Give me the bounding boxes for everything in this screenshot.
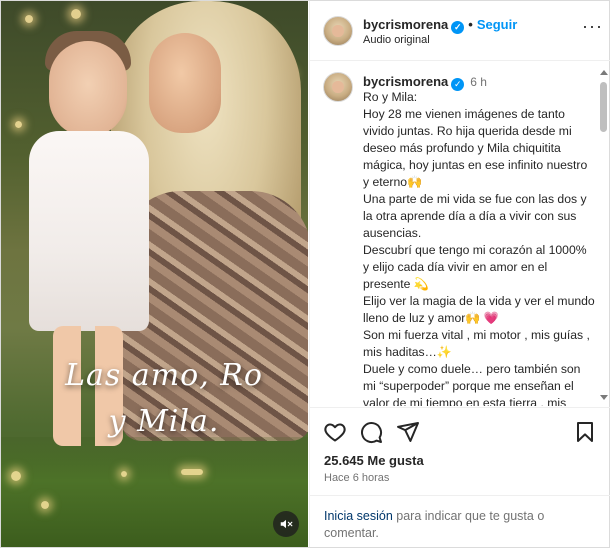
avatar[interactable] bbox=[323, 16, 353, 46]
child-face bbox=[49, 41, 127, 137]
likes-count[interactable]: 25.645 Me gusta bbox=[324, 453, 424, 468]
caption-line: Descubrí que tengo mi corazón al 1000% y… bbox=[363, 243, 587, 291]
caption-line: Hoy 28 me vienen imágenes de tanto vivid… bbox=[363, 107, 588, 189]
caption-line: Elijo ver la magia de la vida y ver el m… bbox=[363, 294, 595, 325]
post-actions: 25.645 Me gusta Hace 6 horas bbox=[310, 407, 610, 495]
separator-dot: • bbox=[468, 17, 473, 32]
post-header: bycrismorena ✓ • Seguir Audio original ··· bbox=[310, 1, 610, 61]
heart-icon[interactable] bbox=[323, 420, 347, 444]
caption-time[interactable]: 6 h bbox=[470, 75, 487, 89]
post-time-ago[interactable]: Hace 6 horas bbox=[324, 472, 389, 484]
verified-badge-icon: ✓ bbox=[451, 21, 465, 34]
login-prompt: Inicia sesión para indicar que te gusta … bbox=[310, 495, 610, 547]
avatar[interactable] bbox=[323, 72, 353, 102]
more-options-icon[interactable]: ··· bbox=[582, 17, 603, 35]
caption-line: Ro y Mila: bbox=[363, 90, 418, 104]
overlay-line-1: Las amo, Ro bbox=[65, 358, 263, 393]
post-side-panel: bycrismorena ✓ • Seguir Audio original ··· … bbox=[309, 1, 610, 547]
scrollbar-thumb[interactable] bbox=[600, 82, 607, 132]
login-link[interactable]: Inicia sesión bbox=[324, 509, 393, 523]
bokeh-light bbox=[25, 15, 33, 23]
comments-area[interactable]: bycrismorena ✓ 6 h Ro y Mila: Hoy 28 me vi… bbox=[310, 62, 610, 406]
mute-button[interactable] bbox=[273, 511, 299, 537]
scroll-up-arrow-icon[interactable] bbox=[600, 70, 608, 75]
follow-button[interactable]: Seguir bbox=[477, 17, 517, 32]
header-username[interactable]: bycrismorena bbox=[363, 17, 448, 32]
woman-face bbox=[149, 33, 221, 133]
audio-label[interactable]: Audio original bbox=[363, 34, 430, 46]
video-overlay-text: Las amo, Ro y Mila. bbox=[59, 353, 269, 445]
comment-icon[interactable] bbox=[359, 420, 383, 444]
post-video[interactable]: Las amo, Ro y Mila. bbox=[1, 1, 308, 547]
bokeh-light bbox=[181, 469, 203, 475]
share-icon[interactable] bbox=[396, 420, 420, 444]
bokeh-light bbox=[121, 471, 127, 477]
bokeh-light bbox=[41, 501, 49, 509]
child-dress bbox=[29, 131, 149, 331]
bokeh-light bbox=[11, 471, 21, 481]
bokeh-light bbox=[71, 9, 81, 19]
caption-username[interactable]: bycrismorena bbox=[363, 74, 448, 89]
overlay-line-2: y Mila. bbox=[108, 404, 220, 439]
login-text: Inicia sesión para indicar que te gusta … bbox=[324, 508, 596, 542]
grass bbox=[1, 437, 308, 547]
caption-text: Ro y Mila: Hoy 28 me vienen imágenes de … bbox=[363, 89, 595, 406]
bookmark-icon[interactable] bbox=[573, 420, 597, 444]
caption-line: Son mi fuerza vital , mi motor , mis guí… bbox=[363, 328, 590, 359]
caption-line: Una parte de mi vida se fue con las dos … bbox=[363, 192, 587, 240]
speaker-muted-icon bbox=[280, 519, 293, 529]
header-user-line: bycrismorena ✓ • Seguir bbox=[363, 17, 517, 34]
scroll-down-arrow-icon[interactable] bbox=[600, 395, 608, 400]
scrollbar[interactable] bbox=[599, 70, 608, 400]
caption-line: Duele y como duele… pero también son mi … bbox=[363, 362, 581, 406]
bokeh-light bbox=[15, 121, 22, 128]
